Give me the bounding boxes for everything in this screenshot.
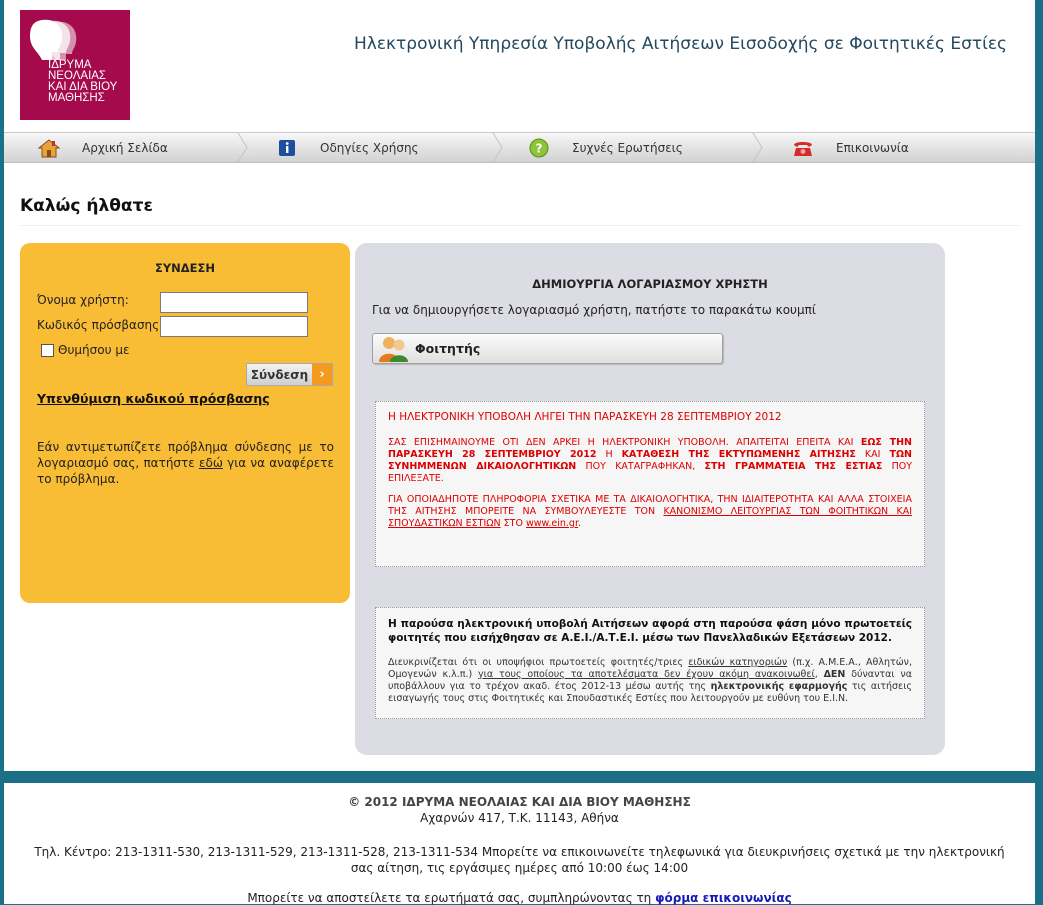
eligibility-heading: Η παρούσα ηλεκτρονική υποβολή Αιτήσεων α…: [388, 618, 912, 644]
chevron-right-icon: ›: [312, 364, 332, 385]
deadline-notice: Η ΗΛΕΚΤΡΟΝΙΚΗ ΥΠΟΒΟΛΗ ΛΗΓΕΙ ΤΗΝ ΠΑΡΑΣΚΕΥ…: [375, 401, 925, 567]
nav-instructions[interactable]: Οδηγίες Χρήσης: [276, 133, 419, 162]
notice-text: ΣΑΣ ΕΠΙΣΗΜΑΙΝΟΥΜΕ ΟΤΙ ΔΕΝ ΑΡΚΕΙ Η ΗΛΕΚΤΡ…: [388, 437, 861, 448]
pending-results-link[interactable]: για τους οποίους τα αποτελέσματα δεν έχο…: [478, 669, 815, 680]
notice-emphasis: ΚΑΤΑΘΕΣΗ ΤΗΣ ΕΚΤΥΠΩΜΕΝΗΣ ΑΙΤΗΣΗΣ: [621, 449, 856, 460]
login-problem-text: Εάν αντιμετωπίζετε πρόβλημα σύνδεσης με …: [37, 439, 334, 487]
create-account-description: Για να δημιουργήσετε λογαριασμό χρήστη, …: [372, 303, 816, 317]
login-button-label: Σύνδεση: [250, 367, 309, 382]
special-categories-link[interactable]: ειδικών κατηγοριών: [688, 657, 787, 668]
help-icon: ?: [528, 137, 550, 159]
nav-faq-label: Συχνές Ερωτήσεις: [572, 140, 683, 155]
nav-home-label: Αρχική Σελίδα: [82, 140, 168, 155]
foundation-logo[interactable]: ΙΔΡΥΜΑ ΝΕΟΛΑΙΑΣ ΚΑΙ ΔΙΑ ΒΙΟΥ ΜΑΘΗΣΗΣ: [20, 10, 130, 120]
notice-emphasis: ΣΤΗ ΓΡΑΜΜΑΤΕΙΑ ΤΗΣ ΕΣΤΙΑΣ: [704, 461, 883, 472]
login-panel: ΣΥΝΔΕΣΗ Όνομα χρήστη: Κωδικός πρόσβασης:…: [20, 243, 350, 603]
remember-label: Θυμήσου με: [58, 343, 130, 357]
footer-copyright: © 2012 ΙΔΡΥΜΑ ΝΕΟΛΑΙΑΣ ΚΑΙ ΔΙΑ ΒΙΟΥ ΜΑΘΗ…: [348, 795, 691, 809]
page-title: Καλώς ήλθατε: [20, 196, 153, 216]
deadline-paragraph: ΣΑΣ ΕΠΙΣΗΜΑΙΝΟΥΜΕ ΟΤΙ ΔΕΝ ΑΡΚΕΙ Η ΗΛΕΚΤΡ…: [388, 437, 912, 485]
nav-contact[interactable]: Επικοινωνία: [792, 133, 909, 162]
student-button-label: Φοιτητής: [415, 341, 481, 356]
nav-home[interactable]: Αρχική Σελίδα: [38, 133, 168, 162]
contact-form-link[interactable]: φόρμα επικοινωνίας: [655, 891, 792, 905]
create-account-title: ΔΗΜΙΟΥΡΓΙΑ ΛΟΓΑΡΙΑΣΜΟΥ ΧΡΗΣΤΗ: [532, 277, 768, 291]
footer-contact-text: Μπορείτε να αποστείλετε τα ερωτήματά σας…: [247, 891, 656, 905]
eligibility-paragraph: Διευκρινίζεται ότι οι υποψήφιοι πρωτοετε…: [388, 657, 912, 705]
heads-logo-icon: [30, 19, 77, 60]
page-container: ΙΔΡΥΜΑ ΝΕΟΛΑΙΑΣ ΚΑΙ ΔΙΑ ΒΙΟΥ ΜΑΘΗΣΗΣ Ηλε…: [4, 0, 1035, 771]
footer-contact: Μπορείτε να αποστείλετε τα ερωτήματά σας…: [4, 891, 1035, 905]
home-icon: [38, 137, 60, 159]
password-input[interactable]: [160, 316, 308, 337]
footer: © 2012 ΙΔΡΥΜΑ ΝΕΟΛΑΙΑΣ ΚΑΙ ΔΙΑ ΒΙΟΥ ΜΑΘΗ…: [4, 783, 1035, 905]
report-problem-link[interactable]: εδώ: [199, 456, 223, 470]
nav-contact-label: Επικοινωνία: [836, 140, 909, 155]
eligibility-notice: Η παρούσα ηλεκτρονική υποβολή Αιτήσεων α…: [375, 607, 925, 719]
users-icon: [379, 336, 408, 362]
footer-phones: Τηλ. Κέντρο: 213-1311-530, 213-1311-529,…: [34, 845, 1005, 875]
nav-separator: [237, 133, 248, 162]
notice-text: Διευκρινίζεται ότι οι υποψήφιοι πρωτοετε…: [388, 657, 689, 668]
username-label: Όνομα χρήστη:: [37, 293, 129, 307]
svg-text:?: ?: [536, 141, 543, 155]
notice-text: Η: [596, 449, 622, 460]
forgot-password-link[interactable]: Υπενθύμιση κωδικού πρόσβασης: [37, 391, 270, 406]
info-icon: [276, 137, 298, 159]
remember-checkbox[interactable]: [41, 343, 54, 357]
student-signup-button[interactable]: Φοιτητής: [372, 333, 723, 364]
divider: [20, 225, 1020, 226]
footer-address: Αχαρνών 417, Τ.Κ. 11143, Αθήνα: [420, 811, 619, 825]
nav-faq[interactable]: ? Συχνές Ερωτήσεις: [528, 133, 683, 162]
notice-text: ,: [814, 669, 824, 680]
notice-emphasis: ΔΕΝ: [823, 669, 846, 680]
nav-instructions-label: Οδηγίες Χρήσης: [320, 140, 419, 155]
notice-text: ΚΑΙ: [855, 449, 890, 460]
remember-me[interactable]: Θυμήσου με: [41, 343, 129, 357]
password-label: Κωδικός πρόσβασης:: [37, 318, 164, 332]
main-navigation: Αρχική Σελίδα Οδηγίες Χρήσης ? Συχνές Ερ…: [4, 132, 1035, 163]
phone-icon: [792, 137, 814, 159]
logo-text: ΙΔΡΥΜΑ ΝΕΟΛΑΙΑΣ ΚΑΙ ΔΙΑ ΒΙΟΥ ΜΑΘΗΣΗΣ: [48, 59, 118, 104]
login-button[interactable]: Σύνδεση ›: [246, 363, 333, 386]
notice-text: ΣΤΟ: [500, 518, 526, 529]
regulation-paragraph: ΓΙΑ ΟΠΟΙΑΔΗΠΟΤΕ ΠΛΗΡΟΦΟΡΙΑ ΣΧΕΤΙΚΑ ΜΕ ΤΑ…: [388, 494, 912, 530]
nav-separator: [492, 133, 503, 162]
create-account-panel: ΔΗΜΙΟΥΡΓΙΑ ΛΟΓΑΡΙΑΣΜΟΥ ΧΡΗΣΤΗ Για να δημ…: [355, 243, 945, 755]
deadline-heading: Η ΗΛΕΚΤΡΟΝΙΚΗ ΥΠΟΒΟΛΗ ΛΗΓΕΙ ΤΗΝ ΠΑΡΑΣΚΕΥ…: [388, 411, 782, 423]
notice-text: ΠΟΥ ΚΑΤΑΓΡΑΦΗΚΑΝ,: [576, 461, 705, 472]
site-title: Ηλεκτρονική Υπηρεσία Υποβολής Αιτήσεων Ε…: [354, 34, 1008, 54]
login-title: ΣΥΝΔΕΣΗ: [154, 261, 216, 275]
username-input[interactable]: [160, 292, 308, 313]
nav-separator: [752, 133, 763, 162]
ein-website-link[interactable]: www.ein.gr: [526, 518, 578, 529]
notice-emphasis: ηλεκτρονικής εφαρμογής: [710, 681, 848, 692]
notice-text: .: [578, 518, 582, 529]
